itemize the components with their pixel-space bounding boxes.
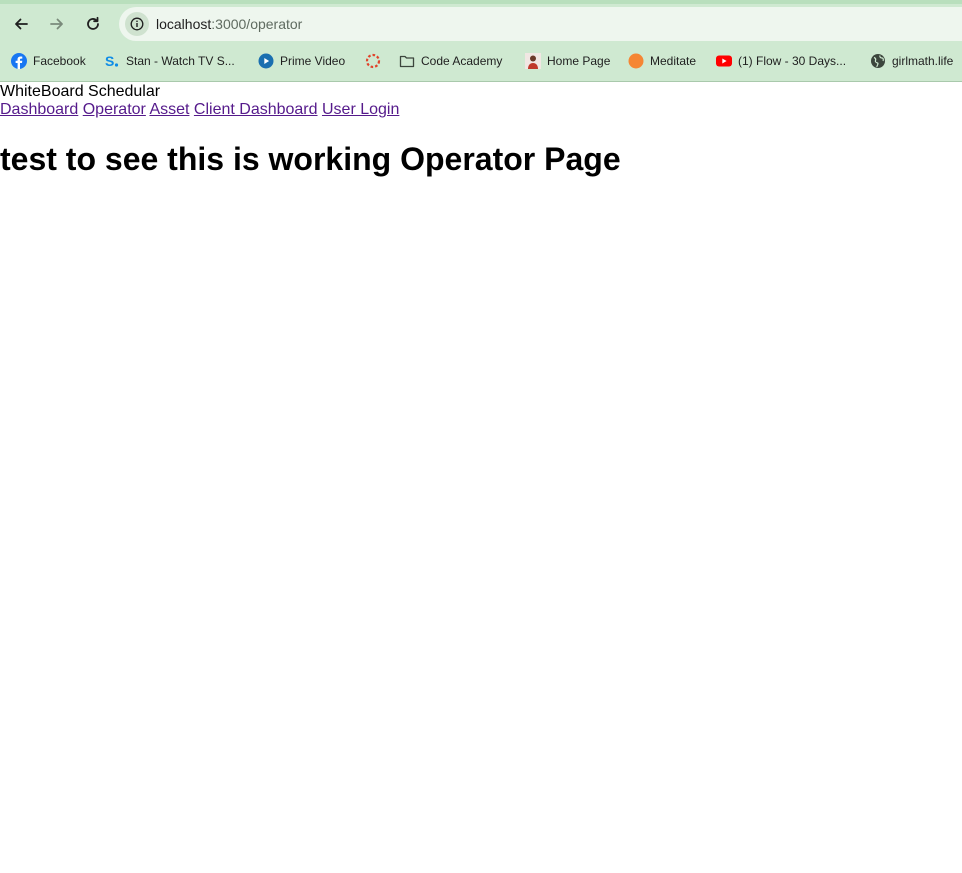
bookmark-home-page[interactable]: Home Page	[525, 49, 610, 73]
forward-button[interactable]	[45, 12, 69, 36]
facebook-icon	[11, 53, 27, 69]
bookmark-youtube-flow[interactable]: (1) Flow - 30 Days...	[716, 49, 846, 73]
bookmark-girlmath[interactable]: girlmath.life	[870, 49, 953, 73]
bookmark-label: (1) Flow - 30 Days...	[738, 54, 847, 68]
bookmark-label: Prime Video	[280, 54, 346, 68]
reload-button[interactable]	[81, 12, 105, 36]
arrow-left-icon	[15, 18, 28, 30]
reload-icon	[87, 16, 99, 30]
bookmark-label: Facebook	[33, 54, 86, 68]
nav-link-operator[interactable]: Operator	[83, 101, 146, 118]
info-icon	[130, 17, 144, 31]
browser-toolbar: localhost:3000/operator Facebook S Stan …	[0, 0, 962, 82]
page-heading: test to see this is working Operator Pag…	[0, 141, 621, 177]
folder-icon	[399, 53, 415, 69]
orange-circle-icon	[628, 53, 644, 69]
back-button[interactable]	[9, 12, 33, 36]
youtube-icon	[716, 53, 732, 69]
prime-video-icon	[258, 53, 274, 69]
bookmarks-bar: Facebook S Stan - Watch TV S... Prime Vi…	[0, 49, 962, 73]
bookmark-prime-video[interactable]: Prime Video	[258, 49, 345, 73]
arrow-right-icon	[50, 18, 63, 30]
tab-strip-edge	[0, 0, 962, 4]
nav-link-user-login[interactable]: User Login	[322, 101, 399, 118]
page-content: WhiteBoard Schedular Dashboard Operator …	[0, 82, 962, 177]
main-nav: Dashboard Operator Asset Client Dashboar…	[0, 101, 962, 119]
bookmark-meditate[interactable]: Meditate	[628, 49, 696, 73]
globe-icon	[870, 53, 886, 69]
url-host: localhost	[156, 16, 212, 32]
profile-photo-icon	[525, 53, 541, 69]
nav-link-client-dashboard[interactable]: Client Dashboard	[194, 101, 318, 118]
bookmark-facebook[interactable]: Facebook	[11, 49, 86, 73]
bookmark-code-academy[interactable]: Code Academy	[399, 49, 502, 73]
svg-text:S: S	[105, 53, 114, 69]
bookmark-label: Meditate	[650, 54, 697, 68]
url-path: :3000/operator	[211, 16, 303, 32]
bookmark-unnamed[interactable]	[365, 49, 387, 73]
url-text[interactable]: localhost:3000/operator	[156, 15, 302, 33]
bookmark-label: Code Academy	[421, 54, 503, 68]
address-bar[interactable]: localhost:3000/operator	[119, 7, 962, 41]
bookmark-label: Home Page	[547, 54, 611, 68]
nav-link-asset[interactable]: Asset	[149, 101, 189, 118]
loading-ring-icon	[365, 53, 381, 69]
nav-link-dashboard[interactable]: Dashboard	[0, 101, 78, 118]
app-title: WhiteBoard Schedular	[0, 83, 161, 100]
stan-icon: S	[104, 53, 120, 69]
site-info-button[interactable]	[125, 12, 149, 36]
bookmark-label: Stan - Watch TV S...	[126, 54, 235, 68]
bookmark-label: girlmath.life	[892, 54, 954, 68]
bookmark-stan[interactable]: S Stan - Watch TV S...	[104, 49, 235, 73]
